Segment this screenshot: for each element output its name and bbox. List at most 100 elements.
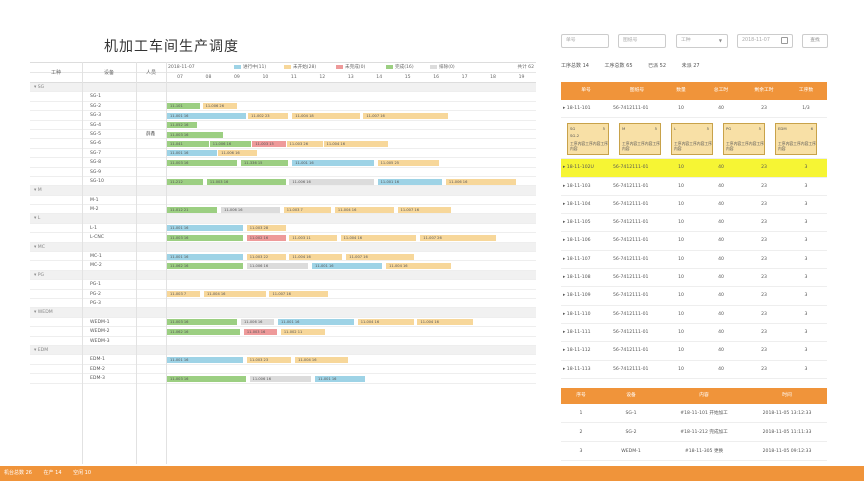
task-bar[interactable]: 11-002 16 xyxy=(246,234,286,241)
process-group-row[interactable]: ▾ MC xyxy=(30,242,536,253)
task-bar[interactable]: 11-003 16 xyxy=(167,131,223,138)
task-bar[interactable]: 11-001 16 xyxy=(377,178,443,185)
order-row[interactable]: ▸ 18-11-101 56-7412111-01 10 40 23 1/3 xyxy=(561,100,827,119)
task-bar[interactable]: 11-003 7 xyxy=(283,206,332,213)
equipment-row[interactable]: M-2 11-012 21 11-006 16 11-003 7 11-004 16 11… xyxy=(30,205,536,215)
equipment-row[interactable]: M-1 xyxy=(30,196,536,206)
process-group-row[interactable]: ▾ SG xyxy=(30,83,536,93)
event-log-row[interactable]: 2 SG-2 #18-11-212 完成加工 2018-11-05 11:11:33 xyxy=(561,423,827,442)
equipment-row[interactable]: SG-9 xyxy=(30,168,536,177)
task-bar[interactable]: 11-006 16 xyxy=(289,178,374,185)
process-card[interactable]: M 5 工序内容工序内容工序内容 xyxy=(619,123,661,156)
task-bar[interactable]: 11-003 26 xyxy=(286,140,323,147)
equipment-row[interactable]: SG-6 11-041 11-006 16 11-003 15 11-003 26 11-… xyxy=(30,139,536,149)
task-bar[interactable]: 11-336 15 xyxy=(241,159,289,166)
drawing-input[interactable]: 图纸号 xyxy=(618,34,666,48)
task-bar[interactable]: 11-001 16 xyxy=(315,375,366,382)
order-row[interactable]: ▸ 18-11-104 56-7412111-01 10 40 23 3 xyxy=(561,196,827,215)
task-bar[interactable]: 11-004 16 xyxy=(295,356,349,363)
task-bar[interactable]: 11-001 16 xyxy=(167,253,243,260)
order-input[interactable]: 单号 xyxy=(561,34,609,48)
task-bar[interactable]: 11-006 16 xyxy=(209,140,252,147)
task-bar[interactable]: 11-052 16 xyxy=(167,122,198,129)
task-bar[interactable]: 11-006 16 xyxy=(249,375,312,382)
equipment-row[interactable]: EDM-2 xyxy=(30,365,536,375)
equipment-row[interactable]: WEDM-1 11-003 16 11-006 16 11-001 16 11-004 … xyxy=(30,318,536,328)
date-picker[interactable]: 2018-11-07 xyxy=(737,34,793,48)
equipment-row[interactable]: EDM-1 11-001 16 11-003 23 11-004 16 xyxy=(30,355,536,365)
task-bar[interactable]: 11-006 16 xyxy=(218,150,258,157)
equipment-row[interactable]: SG-2 11-101 11-006 26 xyxy=(30,102,536,112)
task-bar[interactable]: 11-003 22 xyxy=(246,253,286,260)
task-bar[interactable]: 11-002 11 xyxy=(280,328,326,335)
task-bar[interactable]: 11-004 16 xyxy=(289,253,343,260)
task-bar[interactable]: 11-006 16 xyxy=(246,263,309,270)
task-bar[interactable]: 11-003 23 xyxy=(246,356,292,363)
process-group-row[interactable]: ▾ EDM xyxy=(30,345,536,356)
equipment-row[interactable]: PG-1 xyxy=(30,280,536,290)
task-bar[interactable]: 11-001 16 xyxy=(167,356,243,363)
task-bar[interactable]: 11-012 21 xyxy=(167,206,218,213)
equipment-row[interactable]: SG-3 11-001 16 11-002 23 11-004 18 11-007 16 xyxy=(30,111,536,121)
order-row[interactable]: ▸ 18-11-107 56-7412111-01 10 40 23 3 xyxy=(561,251,827,270)
order-row[interactable]: ▸ 18-11-113 56-7412111-01 10 40 23 3 xyxy=(561,361,827,379)
equipment-row[interactable]: PG-3 xyxy=(30,299,536,309)
process-group-row[interactable]: ▾ PG xyxy=(30,270,536,281)
order-row[interactable]: ▸ 18-11-109 56-7412111-01 10 40 23 3 xyxy=(561,287,827,306)
equipment-row[interactable]: SG-5 薛鑫 11-003 16 xyxy=(30,130,536,140)
task-bar[interactable]: 11-007 26 xyxy=(420,234,497,241)
process-group-row[interactable]: ▾ L xyxy=(30,214,536,224)
task-bar[interactable]: 11-003 16 xyxy=(167,375,246,382)
equipment-row[interactable]: L-CNC 11-003 16 11-002 16 11-003 11 11-004 1… xyxy=(30,233,536,243)
task-bar[interactable]: 11-003 16 xyxy=(243,328,277,335)
task-bar[interactable]: 11-001 16 xyxy=(278,319,354,326)
task-bar[interactable]: 11-006 16 xyxy=(241,319,275,326)
search-button[interactable]: 查找 xyxy=(802,34,828,48)
event-log-row[interactable]: 1 SG-1 #18-11-101 开始加工 2018-11-05 13:12:33 xyxy=(561,404,827,423)
order-row[interactable]: ▸ 18-11-110 56-7412111-01 10 40 23 3 xyxy=(561,306,827,324)
equipment-row[interactable]: SG-8 11-003 16 11-336 15 11-001 16 11-005 25 xyxy=(30,158,536,168)
task-bar[interactable]: 11-002 23 xyxy=(248,112,289,119)
equipment-row[interactable]: WEDM-3 xyxy=(30,337,536,346)
task-bar[interactable]: 11-004 16 xyxy=(323,140,388,147)
task-bar[interactable]: 11-004 16 xyxy=(334,206,394,213)
task-bar[interactable]: 11-003 16 xyxy=(206,178,286,185)
task-bar[interactable]: 11-003 28 xyxy=(246,225,286,232)
equipment-row[interactable]: L-1 11-001 16 11-003 28 xyxy=(30,224,536,234)
order-row[interactable]: ▸ 18-11-102U 56-7412111-01 10 40 23 3 xyxy=(561,159,827,178)
task-bar[interactable]: 11-003 16 xyxy=(167,234,243,241)
task-bar[interactable]: 11-003 11 xyxy=(289,234,337,241)
task-bar[interactable]: 11-004 16 xyxy=(204,291,266,298)
task-bar[interactable]: 11-062 16 xyxy=(167,328,240,335)
event-log-row[interactable]: 3 WEDM-1 #18-11-305 更换 2018-11-05 09:12:33 xyxy=(561,442,827,461)
task-bar[interactable]: 11-062 16 xyxy=(167,263,243,270)
task-bar[interactable]: 11-101 xyxy=(167,103,201,110)
process-select[interactable]: 工种 ▼ xyxy=(676,34,728,48)
task-bar[interactable]: 11-004 18 xyxy=(292,112,360,119)
equipment-row[interactable]: SG-1 xyxy=(30,92,536,102)
order-row[interactable]: ▸ 18-11-103 56-7412111-01 10 40 23 3 xyxy=(561,178,827,196)
task-bar[interactable]: 11-004 16 xyxy=(417,319,474,326)
process-card[interactable]: EDM 6 工序内容工序内容工序内容 xyxy=(775,123,817,156)
order-row[interactable]: ▸ 18-11-106 56-7412111-01 10 40 23 3 xyxy=(561,232,827,251)
task-bar[interactable]: 11-041 xyxy=(167,140,209,147)
task-bar[interactable]: 11-007 16 xyxy=(346,253,414,260)
task-bar[interactable]: 11-001 16 xyxy=(292,159,374,166)
equipment-row[interactable]: SG-10 11-212 11-003 16 11-006 16 11-001 16 11… xyxy=(30,177,536,187)
order-row[interactable]: ▸ 18-11-105 56-7412111-01 10 40 23 3 xyxy=(561,214,827,233)
order-row[interactable]: ▸ 18-11-112 56-7412111-01 10 40 23 3 xyxy=(561,342,827,361)
equipment-row[interactable]: SG-7 11-001 16 11-006 16 xyxy=(30,149,536,159)
equipment-row[interactable]: SG-4 11-052 16 xyxy=(30,121,536,130)
task-bar[interactable]: 11-007 16 xyxy=(397,206,451,213)
task-bar[interactable]: 11-006 16 xyxy=(445,178,517,185)
equipment-row[interactable]: WEDM-2 11-062 16 11-003 16 11-002 11 xyxy=(30,327,536,337)
task-bar[interactable]: 11-001 16 xyxy=(167,112,246,119)
equipment-row[interactable]: MC-2 11-062 16 11-006 16 11-001 16 11-004 16 xyxy=(30,261,536,271)
equipment-row[interactable]: PG-2 11-003 7 11-004 16 11-007 16 xyxy=(30,290,536,299)
task-bar[interactable]: 11-006 26 xyxy=(202,103,238,110)
task-bar[interactable]: 11-006 16 xyxy=(221,206,280,213)
equipment-row[interactable]: EDM-3 11-003 16 11-006 16 11-001 16 xyxy=(30,374,536,384)
task-bar[interactable]: 11-003 15 xyxy=(252,140,286,147)
task-bar[interactable]: 11-004 16 xyxy=(386,263,451,270)
task-bar[interactable]: 11-001 16 xyxy=(312,263,383,270)
